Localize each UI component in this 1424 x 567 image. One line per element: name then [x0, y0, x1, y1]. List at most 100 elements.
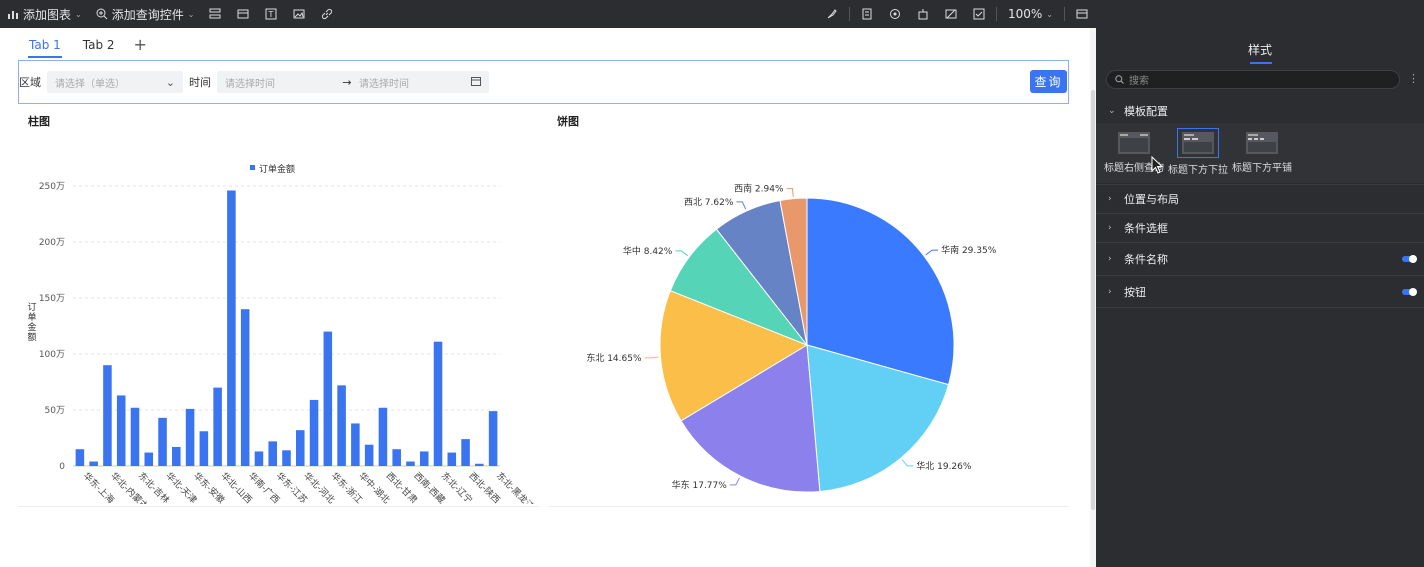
arrow-right-icon: →: [342, 75, 352, 89]
tab-2[interactable]: Tab 2: [72, 38, 126, 58]
canvas-scrollbar-thumb[interactable]: [1091, 90, 1095, 510]
bar: [227, 190, 236, 466]
chevron-right-icon: ›: [1108, 194, 1112, 204]
condition-name-toggle[interactable]: [1402, 255, 1417, 263]
add-query-label: 添加查询控件: [111, 7, 184, 22]
y-axis-title: 订单金额: [27, 302, 36, 343]
toolbar-divider: [1064, 7, 1065, 21]
bar: [158, 417, 167, 466]
pie-label-line: [644, 356, 659, 359]
chevron-down-icon: ⌄: [75, 9, 82, 19]
template-section-header[interactable]: ⌄ 模板配置: [1096, 104, 1424, 118]
bar-chart: 订单金额050万100万150万200万250万订单金额华东-上海华北-内蒙古东…: [27, 163, 536, 504]
hide-icon[interactable]: [937, 0, 965, 28]
bar: [433, 341, 443, 466]
pie-label: 东北 14.65%: [586, 352, 642, 364]
more-options-icon[interactable]: ⋮: [1408, 72, 1419, 85]
chevron-right-icon: ›: [1108, 254, 1112, 264]
legend-label: 订单金额: [259, 163, 295, 175]
bar: [461, 439, 470, 466]
mouse-cursor-icon: [1151, 156, 1164, 174]
bar: [447, 452, 457, 466]
position-section-header[interactable]: › 位置与布局: [1096, 192, 1424, 206]
style-search-input[interactable]: 搜索: [1106, 70, 1400, 89]
svg-text:T: T: [268, 10, 274, 19]
add-tab-button[interactable]: +: [126, 37, 155, 58]
bar: [488, 411, 498, 466]
end-time-placeholder: 请选择时间: [359, 78, 409, 90]
bar: [309, 399, 319, 466]
toolbar-divider: [848, 7, 850, 21]
button-section-header[interactable]: › 按钮: [1096, 285, 1424, 299]
add-chart-label: 添加图表: [23, 7, 72, 22]
condition-name-section-header[interactable]: › 条件名称: [1096, 252, 1424, 266]
condition-name-section-label: 条件名称: [1124, 253, 1168, 266]
calendar-icon: [471, 76, 481, 89]
bar: [89, 461, 98, 466]
legend-swatch: [250, 165, 255, 170]
search-data-icon[interactable]: [881, 0, 909, 28]
template-label: 标题下方平铺: [1232, 163, 1292, 174]
bar: [475, 463, 484, 466]
bar: [323, 331, 333, 466]
bar: [351, 423, 360, 466]
report-icon[interactable]: [853, 0, 881, 28]
search-placeholder: 搜索: [1129, 76, 1149, 87]
condition-box-section-label: 条件选框: [1124, 222, 1168, 235]
dashboard-canvas: Tab 1 Tab 2 + 区域 请选择（单选） ⌄ 时间 请选择时间 → 请选…: [0, 28, 1096, 567]
pie-label: 西南 2.94%: [734, 183, 784, 195]
bar: [254, 451, 264, 466]
template-thumbnail: [1177, 128, 1219, 158]
style-panel-title[interactable]: 样式: [1096, 41, 1424, 58]
style-panel: 样式 搜索 ⋮ ⌄ 模板配置 › 位置与布局 › 条件选框 › 条件名称 › 按…: [1096, 0, 1424, 567]
text-icon[interactable]: T: [257, 0, 285, 28]
button-toggle[interactable]: [1402, 288, 1417, 296]
search-icon: [1115, 75, 1124, 84]
section-divider: [1096, 275, 1424, 276]
template-thumbnail: [1116, 130, 1152, 156]
bar: [419, 451, 429, 466]
building-icon[interactable]: [909, 0, 937, 28]
link-icon[interactable]: [313, 0, 341, 28]
button-section-label: 按钮: [1124, 286, 1146, 299]
condition-box-section-header[interactable]: › 条件选框: [1096, 221, 1424, 235]
brush-icon[interactable]: [818, 0, 846, 28]
pie-label-line: [736, 201, 747, 210]
bar: [406, 461, 415, 466]
template-title-below-tiled[interactable]: 标题下方平铺: [1232, 130, 1292, 174]
tab-1[interactable]: Tab 1: [18, 38, 72, 58]
bar: [185, 408, 195, 466]
add-chart-menu[interactable]: 添加图表 ⌄: [0, 0, 89, 28]
active-tab-indicator: [1250, 62, 1272, 64]
add-query-menu[interactable]: 添加查询控件 ⌄: [89, 0, 202, 28]
chevron-down-icon: ⌄: [165, 75, 175, 89]
section-divider: [1096, 184, 1424, 185]
tab-component-icon[interactable]: [229, 0, 257, 28]
zoom-value: 100%: [1007, 7, 1043, 21]
time-range-picker[interactable]: 请选择时间 → 请选择时间: [217, 71, 489, 93]
check-box-icon[interactable]: [965, 0, 993, 28]
pie-label-line: [901, 459, 914, 467]
pie-label: 华北 19.26%: [916, 460, 972, 472]
bar: [392, 449, 401, 466]
layout-icon[interactable]: [1068, 0, 1096, 28]
y-tick-label: 100万: [39, 350, 65, 360]
region-label: 区域: [19, 76, 41, 89]
time-label: 时间: [189, 76, 211, 89]
pie-label: 华中 8.42%: [623, 245, 673, 257]
region-select[interactable]: 请选择（单选） ⌄: [47, 71, 183, 93]
bar: [75, 449, 85, 466]
image-icon[interactable]: [285, 0, 313, 28]
bar: [199, 431, 209, 466]
query-button[interactable]: 查询: [1030, 70, 1067, 93]
template-title-below-dropdown[interactable]: 标题下方下拉: [1168, 128, 1228, 176]
pie-label: 西北 7.62%: [684, 197, 734, 208]
zoom-select[interactable]: 100% ⌄: [1000, 0, 1061, 28]
chevron-right-icon: ›: [1108, 287, 1112, 297]
pie-label: 华南 29.35%: [941, 244, 997, 256]
bar: [116, 395, 126, 466]
query-control: 区域 请选择（单选） ⌄ 时间 请选择时间 → 请选择时间 查询: [18, 60, 1069, 104]
filter-bar-icon[interactable]: [201, 0, 229, 28]
position-section-label: 位置与布局: [1124, 193, 1179, 206]
template-thumbnail: [1244, 130, 1280, 156]
